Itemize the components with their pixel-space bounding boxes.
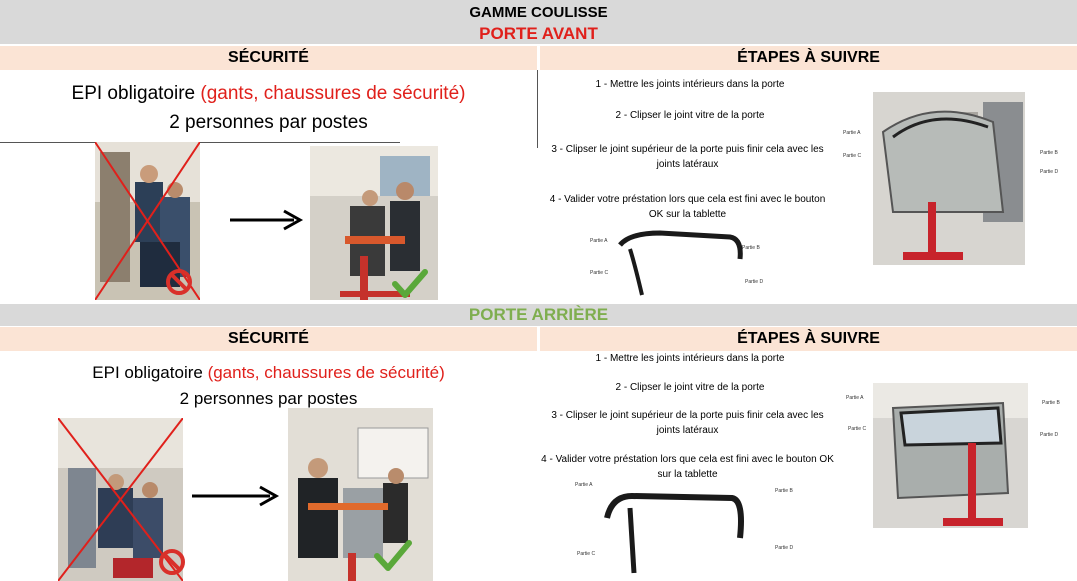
rear-seal-label-c: Partie C	[577, 551, 596, 557]
front-epi-block: EPI obligatoire (gants, chaussures de sé…	[0, 80, 537, 137]
front-door-label-c: Partie C	[843, 153, 862, 159]
rear-seal-label-b: Partie B	[775, 488, 793, 494]
front-step-4: 4 - Valider votre préstation lors que ce…	[549, 194, 826, 220]
rear-step-3: 3 - Clipser le joint supérieur de la por…	[551, 410, 824, 436]
rear-door-label-b: Partie B	[1042, 400, 1060, 406]
rear-seal-diagram	[572, 478, 802, 581]
front-step-1: 1 - Mettre les joints intérieurs dans la…	[595, 79, 785, 90]
front-door-title: PORTE AVANT	[0, 24, 1077, 44]
rear-seal-label-d: Partie D	[775, 545, 794, 551]
rear-door-label-c: Partie C	[848, 426, 867, 432]
rear-door-label-a: Partie A	[846, 395, 864, 401]
prohibited-sign-icon	[159, 549, 185, 575]
front-seal-label-a: Partie A	[590, 238, 608, 244]
front-door-label-a: Partie A	[843, 130, 861, 136]
rear-seal-label-a: Partie A	[575, 482, 593, 488]
rear-epi-highlight: (gants, chaussures de sécurité)	[207, 363, 445, 382]
rear-epi-prefix: EPI obligatoire	[92, 363, 208, 382]
front-column-divider	[537, 70, 538, 148]
front-step-3: 3 - Clipser le joint supérieur de la por…	[551, 144, 824, 170]
rear-step-1: 1 - Mettre les joints intérieurs dans la…	[595, 353, 785, 364]
rear-door-title: PORTE ARRIÈRE	[0, 304, 1077, 326]
rear-door-photo	[873, 383, 1028, 528]
rear-steps-heading: ÉTAPES À SUIVRE	[540, 327, 1077, 351]
rear-persons-text: 2 personnes par postes	[179, 388, 358, 408]
front-persons-text: 2 personnes par postes	[169, 111, 368, 133]
front-door-label-d: Partie D	[1040, 169, 1059, 175]
check-mark-icon	[392, 269, 428, 298]
front-security-heading: SÉCURITÉ	[0, 46, 537, 70]
front-epi-highlight: (gants, chaussures de sécurité)	[200, 83, 466, 104]
front-step-2: 2 - Clipser le joint vitre de la porte	[615, 110, 765, 121]
document-title: GAMME COULISSE	[0, 0, 1077, 24]
rear-epi-block: EPI obligatoire (gants, chaussures de sé…	[0, 360, 537, 411]
front-separator-line	[0, 142, 400, 143]
front-seal-label-d: Partie D	[745, 279, 764, 285]
arrow-right-icon	[230, 209, 304, 231]
front-seal-label-c: Partie C	[590, 270, 609, 276]
front-steps-heading: ÉTAPES À SUIVRE	[540, 46, 1077, 70]
prohibited-sign-icon	[166, 269, 192, 295]
front-epi-prefix: EPI obligatoire	[71, 83, 201, 104]
front-door-label-b: Partie B	[1040, 150, 1058, 156]
front-seal-label-b: Partie B	[742, 245, 760, 251]
front-door-photo	[873, 92, 1025, 265]
front-seal-diagram	[590, 225, 770, 300]
rear-security-heading: SÉCURITÉ	[0, 327, 537, 351]
rear-step-2: 2 - Clipser le joint vitre de la porte	[615, 382, 765, 393]
arrow-right-icon	[192, 485, 280, 507]
rear-door-label-d: Partie D	[1040, 432, 1059, 438]
check-mark-icon	[374, 540, 412, 571]
